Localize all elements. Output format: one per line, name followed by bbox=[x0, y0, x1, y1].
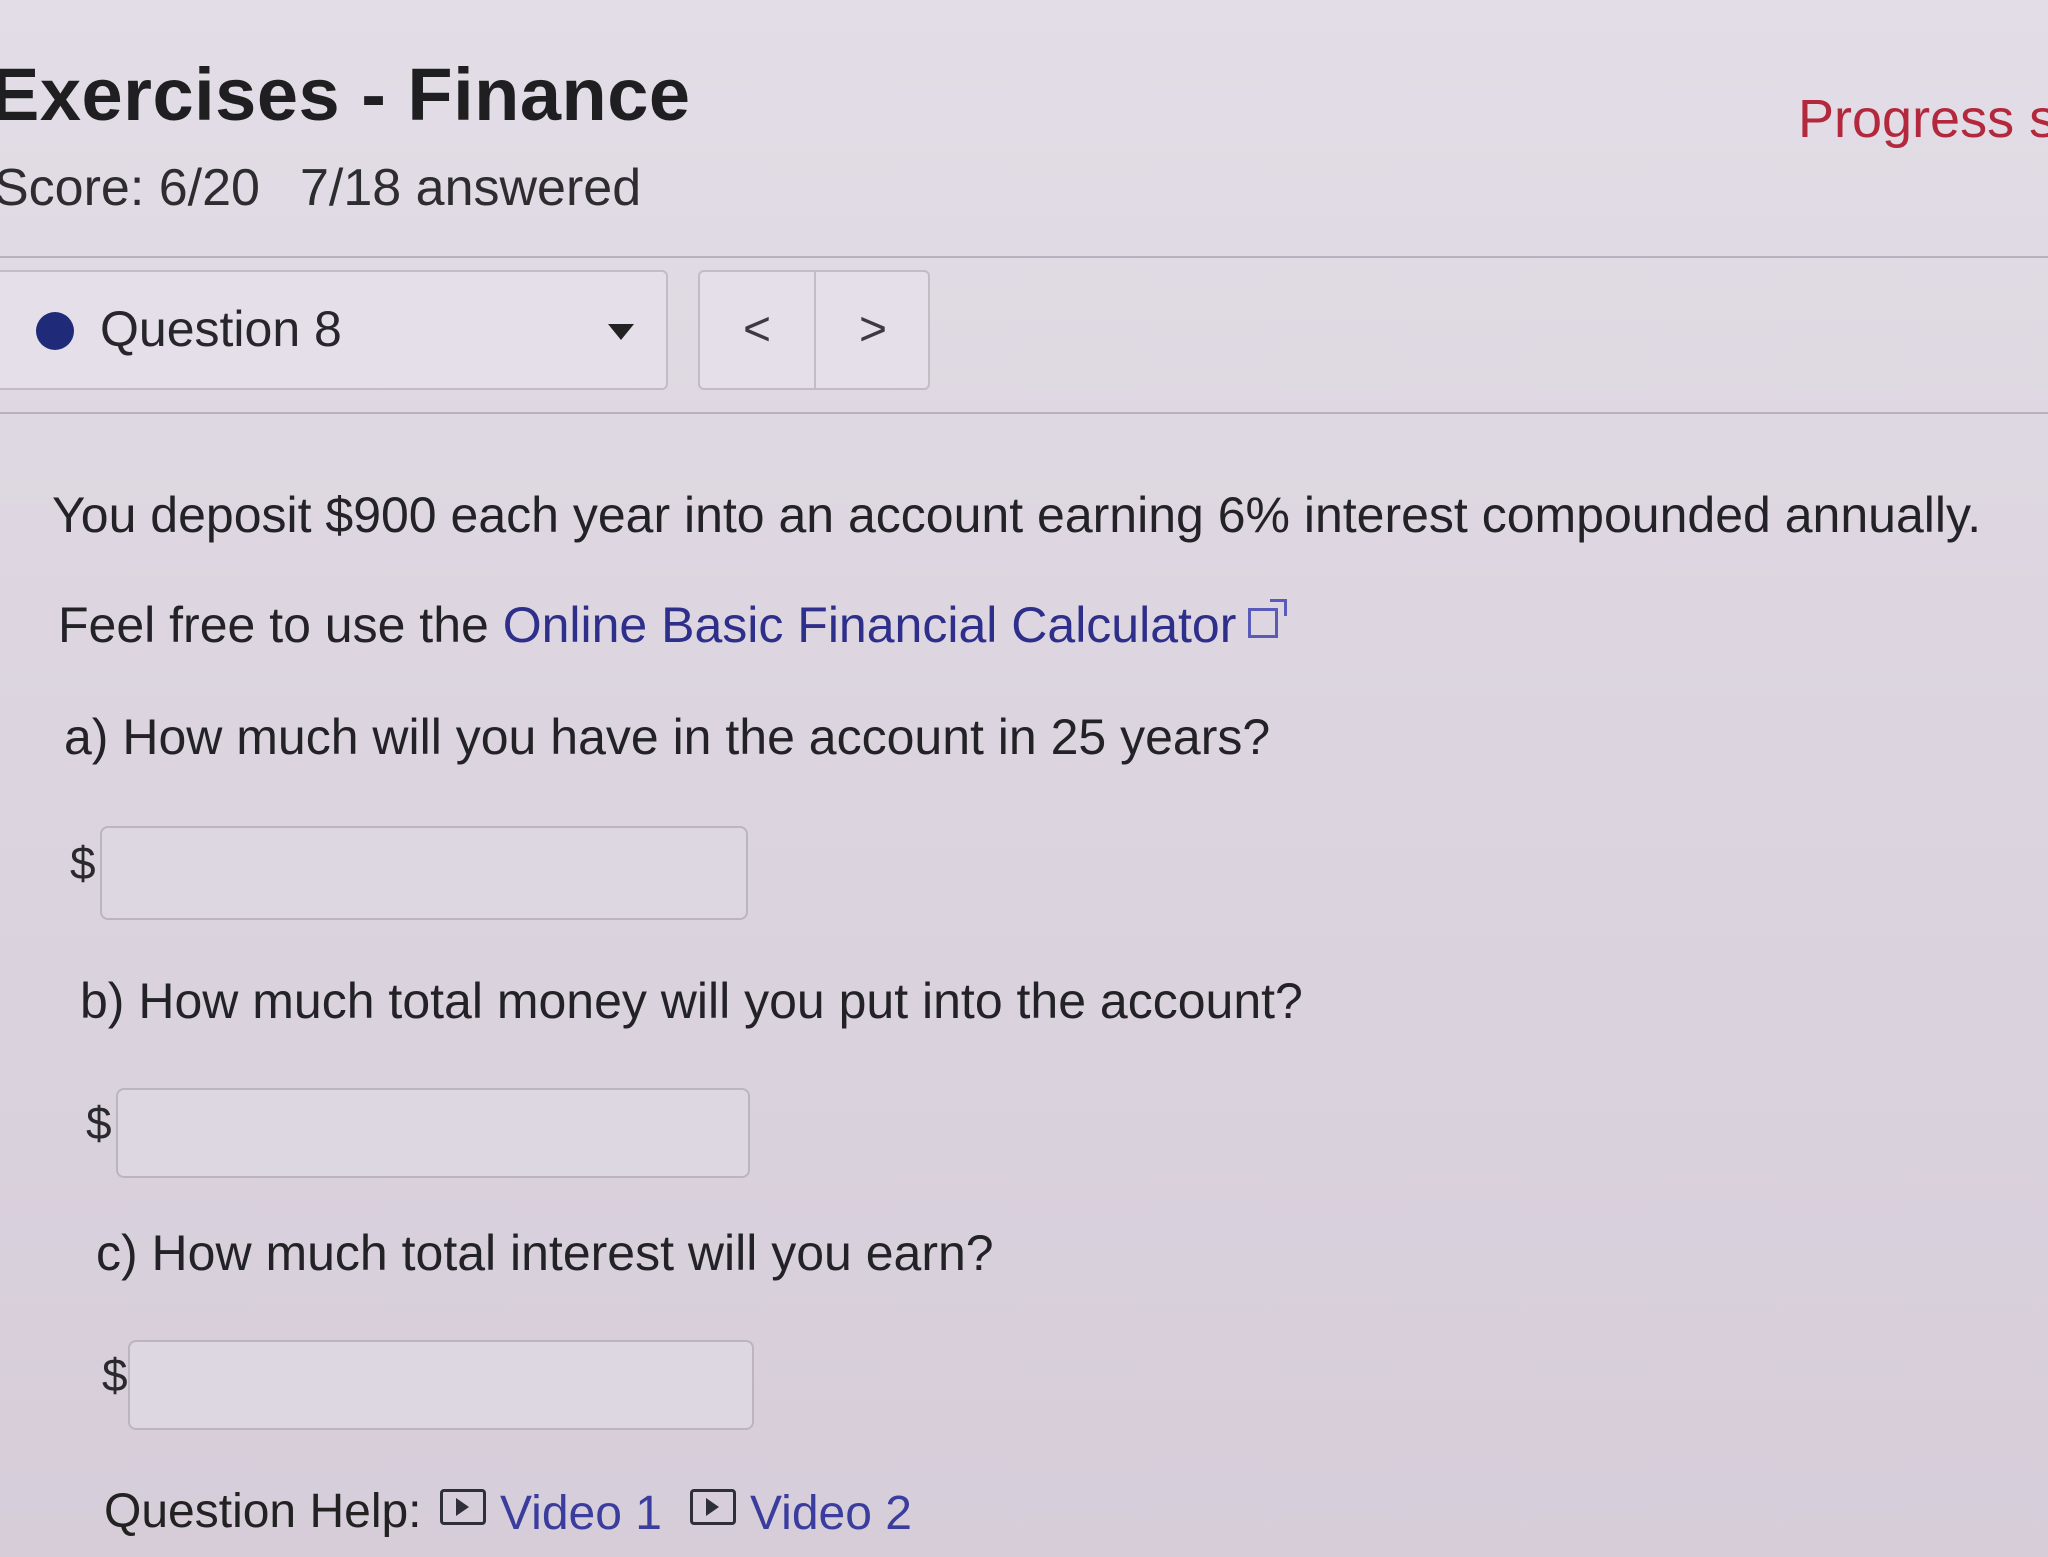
part-c-prompt: c) How much total interest will you earn… bbox=[96, 1225, 994, 1281]
question-select-label: Question 8 bbox=[100, 301, 342, 357]
score-label: Score: 6/20 bbox=[0, 159, 260, 217]
calculator-note: Feel free to use the Online Basic Financ… bbox=[58, 596, 1288, 654]
page-title: Exercises - Finance bbox=[0, 53, 691, 136]
part-c-answer-input[interactable] bbox=[128, 1340, 754, 1430]
question-intro: You deposit $900 each year into an accou… bbox=[52, 487, 1982, 543]
part-b-prompt: b) How much total money will you put int… bbox=[80, 973, 1303, 1029]
video-1-link[interactable]: Video 1 bbox=[440, 1486, 662, 1541]
question-status-dot bbox=[36, 312, 74, 350]
chevron-down-icon bbox=[608, 324, 634, 340]
progress-link[interactable]: Progress s bbox=[1798, 88, 2048, 150]
chevron-right-icon: > bbox=[858, 303, 888, 356]
currency-symbol: $ bbox=[102, 1349, 128, 1401]
video-1-label: Video 1 bbox=[500, 1487, 662, 1540]
previous-question-button[interactable]: < bbox=[700, 272, 816, 388]
video-2-link[interactable]: Video 2 bbox=[690, 1486, 912, 1541]
part-a-answer-input[interactable] bbox=[100, 826, 748, 920]
calculator-note-prefix: Feel free to use the bbox=[58, 597, 503, 653]
next-question-button[interactable]: > bbox=[816, 272, 930, 388]
question-select[interactable]: Question 8 bbox=[0, 270, 668, 390]
currency-symbol: $ bbox=[70, 837, 96, 889]
question-help-label: Question Help: bbox=[104, 1485, 422, 1538]
currency-symbol: $ bbox=[86, 1097, 112, 1149]
exercise-page: Exercises - Finance Progress s Score: 6/… bbox=[0, 0, 2048, 1557]
part-b-answer-input[interactable] bbox=[116, 1088, 750, 1178]
financial-calculator-link[interactable]: Online Basic Financial Calculator bbox=[503, 597, 1237, 653]
question-divider bbox=[0, 412, 2048, 414]
question-pager: < > bbox=[698, 270, 930, 390]
answered-count: 7/18 answered bbox=[300, 159, 642, 217]
external-link-icon[interactable] bbox=[1248, 599, 1288, 638]
part-a-prompt: a) How much will you have in the account… bbox=[64, 709, 1271, 765]
video-2-label: Video 2 bbox=[750, 1487, 912, 1540]
header-divider bbox=[0, 256, 2048, 258]
video-play-icon bbox=[690, 1489, 736, 1525]
video-play-icon bbox=[440, 1489, 486, 1525]
chevron-left-icon: < bbox=[742, 303, 772, 356]
